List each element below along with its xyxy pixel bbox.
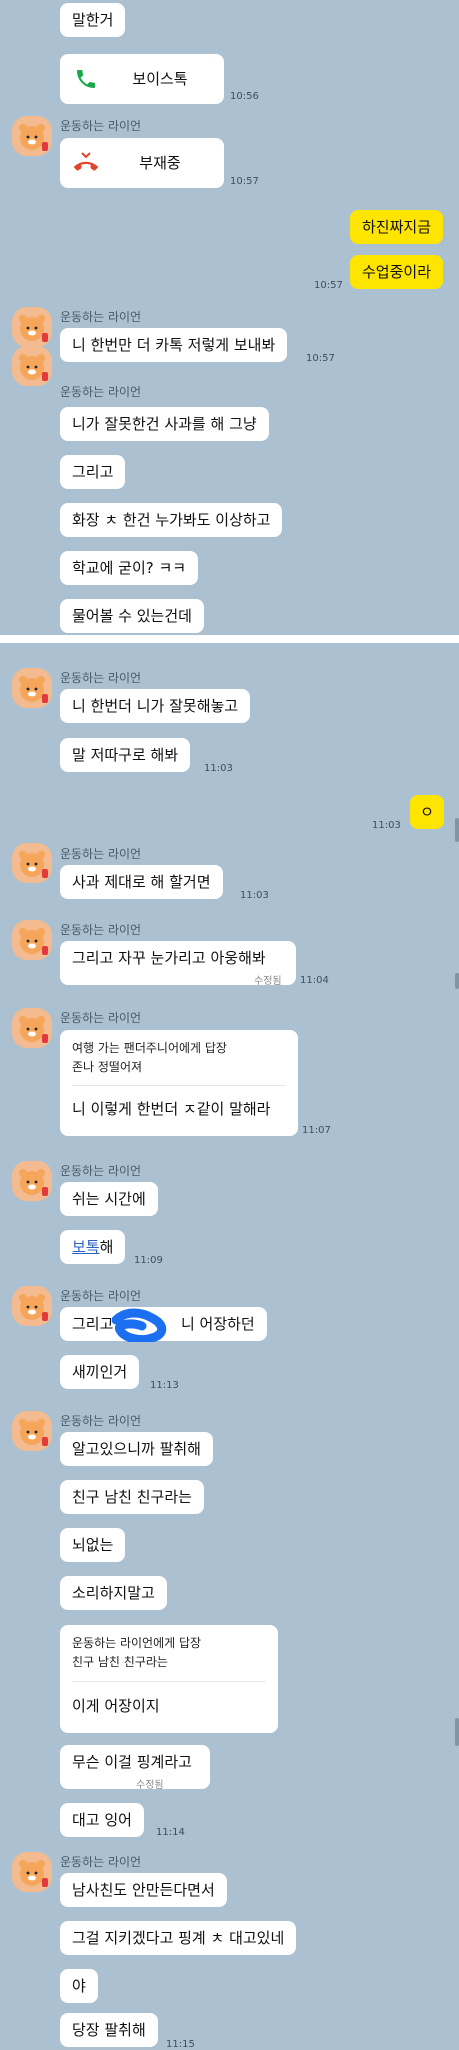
message-bubble[interactable]: 니 한번만 더 카톡 저렇게 보내봐 — [60, 328, 288, 362]
lion-avatar-icon[interactable] — [12, 1008, 52, 1048]
timestamp: 11:15 — [166, 2039, 195, 2050]
message-bubble[interactable]: 그리고 — [60, 455, 126, 489]
lion-avatar-icon[interactable] — [12, 843, 52, 883]
missed-call-bubble[interactable]: 부재중 — [60, 138, 224, 188]
message-bubble[interactable]: 남사친도 안만든다면서 — [60, 1873, 227, 1907]
reply-message-text: 니 이렇게 한번더 ㅈ같이 말해라 — [72, 1100, 271, 1118]
reply-divider — [72, 1681, 266, 1682]
reply-divider — [72, 1085, 286, 1086]
timestamp: 11:03 — [204, 763, 233, 774]
timestamp: 11:09 — [134, 1255, 163, 1266]
message-bubble[interactable]: 사과 제대로 해 할거면 — [60, 865, 223, 899]
message-bubble[interactable]: 알고있으니까 팔취해 — [60, 1432, 213, 1466]
message-text: 니 어장하던 — [180, 1315, 255, 1333]
voice-call-bubble[interactable]: 보이스톡 — [60, 54, 224, 104]
sender-name: 운동하는 라이언 — [60, 671, 142, 685]
scroll-indicator[interactable] — [455, 973, 459, 989]
reply-quote-text: 존나 정떨어져 — [72, 1060, 143, 1074]
message-bubble[interactable]: 말 저따구로 해봐 — [60, 738, 191, 772]
message-bubble[interactable]: 말한거 — [60, 3, 126, 37]
timestamp: 10:57 — [306, 353, 335, 364]
sender-name: 운동하는 라이언 — [60, 923, 142, 937]
lion-avatar-icon[interactable] — [12, 1286, 52, 1326]
message-bubble[interactable]: 야 — [60, 1969, 98, 2003]
message-text: 해 — [99, 1238, 114, 1256]
timestamp: 10:57 — [314, 280, 343, 291]
scroll-indicator[interactable] — [455, 1718, 459, 1746]
reply-message-bubble[interactable]: 운동하는 라이언에게 답장 친구 남친 친구라는 이게 어장이지 — [60, 1625, 278, 1733]
voice-call-label: 보이스톡 — [132, 70, 188, 88]
lion-avatar-icon[interactable] — [12, 1852, 52, 1892]
lion-avatar-icon[interactable] — [12, 668, 52, 708]
lion-avatar-icon[interactable] — [12, 920, 52, 960]
sender-name: 운동하는 라이언 — [60, 310, 142, 324]
timestamp: 11:04 — [300, 975, 329, 986]
message-bubble[interactable]: 화장 ㅊ 한건 누가봐도 이상하고 — [60, 503, 283, 537]
redaction-scribble-icon — [112, 1308, 167, 1342]
lion-avatar-icon[interactable] — [12, 1411, 52, 1451]
reply-quote-text: 친구 남친 친구라는 — [72, 1655, 168, 1669]
timestamp: 11:03 — [372, 820, 401, 831]
timestamp: 11:03 — [240, 890, 269, 901]
message-bubble[interactable]: 학교에 굳이? ㅋㅋ — [60, 551, 199, 585]
missed-call-label: 부재중 — [139, 154, 181, 172]
sender-name: 운동하는 라이언 — [60, 385, 142, 399]
message-bubble[interactable]: 무슨 이걸 핑계라고 — [60, 1745, 210, 1789]
scroll-indicator[interactable] — [455, 818, 459, 842]
message-bubble[interactable]: 당장 팔취해 — [60, 2013, 158, 2047]
link-text[interactable]: 보톡 — [72, 1238, 100, 1256]
message-bubble[interactable]: 소리하지말고 — [60, 1576, 167, 1610]
chat-section-1: 말한거 보이스톡 10:56 운동하는 라이언 부재중 10:57 하진짜지금 … — [0, 0, 459, 635]
edited-label: 수정됨 — [136, 1780, 164, 1791]
chat-section-2: 운동하는 라이언 니 한번더 니가 잘못해놓고 말 저따구로 해봐 11:03 … — [0, 643, 459, 2050]
message-bubble[interactable]: 니 한번더 니가 잘못해놓고 — [60, 689, 251, 723]
sender-name: 운동하는 라이언 — [60, 1855, 142, 1869]
lion-avatar-icon[interactable] — [12, 1161, 52, 1201]
reply-message-text: 이게 어장이지 — [72, 1697, 160, 1715]
sender-name: 운동하는 라이언 — [60, 1011, 142, 1025]
sender-name: 운동하는 라이언 — [60, 1289, 142, 1303]
message-bubble[interactable]: 새끼인거 — [60, 1355, 140, 1389]
lion-avatar-icon[interactable] — [12, 307, 52, 347]
message-text: 그리고 — [72, 1315, 114, 1333]
timestamp: 11:13 — [150, 1380, 179, 1391]
timestamp: 10:56 — [230, 91, 259, 102]
sender-name: 운동하는 라이언 — [60, 847, 142, 861]
my-message-bubble[interactable]: 수업중이라 — [350, 255, 444, 289]
reply-quote-header: 여행 가는 팬더주니어에게 답장 — [72, 1041, 227, 1055]
message-bubble[interactable]: 그걸 지키겠다고 핑계 ㅊ 대고있네 — [60, 1921, 297, 1955]
message-bubble[interactable]: 물어볼 수 있는건데 — [60, 599, 204, 633]
message-bubble[interactable]: 친구 남친 친구라는 — [60, 1480, 204, 1514]
edited-label: 수정됨 — [254, 976, 282, 987]
sender-name: 운동하는 라이언 — [60, 1164, 142, 1178]
message-bubble[interactable]: 쉬는 시간에 — [60, 1182, 158, 1216]
message-bubble[interactable]: 대고 잉어 — [60, 1803, 144, 1837]
reply-quote-header: 운동하는 라이언에게 답장 — [72, 1636, 202, 1650]
message-bubble[interactable]: 뇌없는 — [60, 1528, 126, 1562]
sender-name: 운동하는 라이언 — [60, 119, 142, 133]
timestamp: 11:07 — [302, 1125, 331, 1136]
my-message-bubble[interactable]: ㅇ — [410, 795, 444, 829]
lion-avatar-icon[interactable] — [12, 346, 52, 386]
screenshot-divider — [0, 635, 459, 643]
message-bubble[interactable]: 니가 잘못한건 사과를 해 그냥 — [60, 407, 269, 441]
message-bubble[interactable]: 보톡해 — [60, 1230, 126, 1264]
timestamp: 11:14 — [156, 1827, 185, 1838]
lion-avatar-icon[interactable] — [12, 116, 52, 156]
reply-message-bubble[interactable]: 여행 가는 팬더주니어에게 답장 존나 정떨어져 니 이렇게 한번더 ㅈ같이 말… — [60, 1030, 298, 1136]
timestamp: 10:57 — [230, 176, 259, 187]
sender-name: 운동하는 라이언 — [60, 1414, 142, 1428]
my-message-bubble[interactable]: 하진짜지금 — [350, 210, 444, 244]
